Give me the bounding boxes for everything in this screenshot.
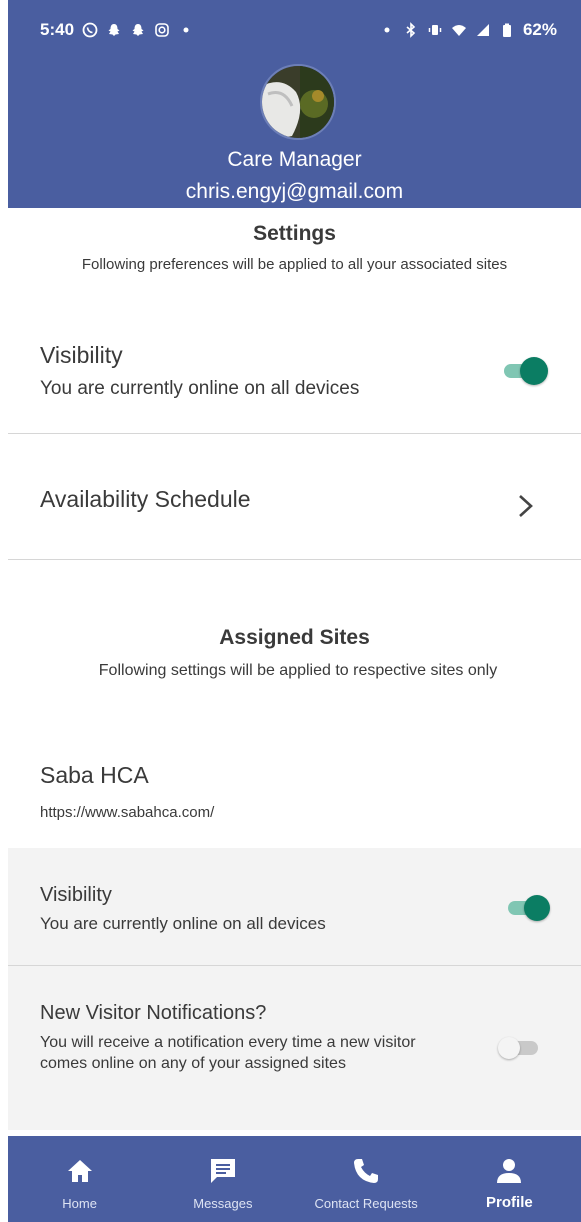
home-icon xyxy=(67,1160,92,1182)
nav-contact-requests-label: Contact Requests xyxy=(314,1196,418,1211)
site-visibility-toggle[interactable] xyxy=(506,892,552,922)
nav-home-label: Home xyxy=(62,1196,97,1211)
visitor-notifications-label: New Visitor Notifications? xyxy=(40,1002,267,1024)
settings-title: Settings xyxy=(253,222,336,245)
nav-profile[interactable]: Profile xyxy=(438,1136,581,1222)
nav-home[interactable]: Home xyxy=(8,1136,151,1222)
assigned-sites-title: Assigned Sites xyxy=(219,626,370,649)
instagram-icon xyxy=(155,23,169,37)
snapchat-icon xyxy=(108,24,120,36)
chevron-right-icon[interactable] xyxy=(516,494,536,518)
visitor-notifications-row: New Visitor Notifications? You will rece… xyxy=(8,966,581,1130)
site-name: Saba HCA xyxy=(40,762,149,788)
visibility-description: You are currently online on all devices xyxy=(40,378,360,399)
site-visibility-label: Visibility xyxy=(40,884,112,906)
profile-icon xyxy=(497,1159,522,1183)
site-visibility-description: You are currently online on all devices xyxy=(40,914,326,933)
visibility-setting-row: Visibility You are currently online on a… xyxy=(8,300,581,434)
visitor-notifications-toggle[interactable] xyxy=(498,1032,544,1062)
assigned-sites-subtitle: Following settings will be applied to re… xyxy=(98,662,498,679)
nav-messages-label: Messages xyxy=(193,1196,253,1211)
availability-schedule-row[interactable]: Availability Schedule xyxy=(8,434,581,560)
profile-header: 5:40 62% Care Manager chris.engyj@gmail.… xyxy=(8,0,581,208)
notification-dot-icon xyxy=(384,27,390,33)
messages-icon xyxy=(210,1159,235,1183)
site-visibility-row: Visibility You are currently online on a… xyxy=(8,848,581,966)
wifi-icon xyxy=(451,25,466,36)
signal-icon xyxy=(476,24,489,36)
battery-icon xyxy=(502,23,511,37)
status-bar: 5:40 62% xyxy=(8,16,581,46)
visibility-toggle[interactable] xyxy=(502,355,548,385)
phone-icon xyxy=(354,1159,379,1183)
availability-schedule-label: Availability Schedule xyxy=(40,486,251,512)
avatar[interactable] xyxy=(260,64,336,140)
whatsapp-icon xyxy=(82,22,98,38)
visitor-notifications-description: You will receive a notification every ti… xyxy=(40,1034,416,1072)
nav-messages[interactable]: Messages xyxy=(151,1136,294,1222)
settings-subtitle: Following preferences will be applied to… xyxy=(81,256,508,273)
nav-profile-label: Profile xyxy=(486,1194,533,1211)
nav-contact-requests[interactable]: Contact Requests xyxy=(295,1136,438,1222)
visibility-label: Visibility xyxy=(40,342,123,368)
site-url[interactable]: https://www.sabahca.com/ xyxy=(40,804,214,821)
user-role: Care Manager xyxy=(227,148,362,171)
battery-percentage: 62% xyxy=(522,20,557,39)
status-time: 5:40 xyxy=(40,20,75,39)
bottom-navigation: Home Messages Contact Requests Profile xyxy=(8,1136,581,1222)
bluetooth-icon xyxy=(406,22,416,38)
snapchat-icon xyxy=(132,24,144,36)
notification-dot-icon xyxy=(183,27,189,33)
app-screen: 5:40 62% Care Manager chris.engyj@gmail.… xyxy=(8,0,581,1222)
vibrate-icon xyxy=(428,25,442,35)
user-email: chris.engyj@gmail.com xyxy=(185,180,404,203)
